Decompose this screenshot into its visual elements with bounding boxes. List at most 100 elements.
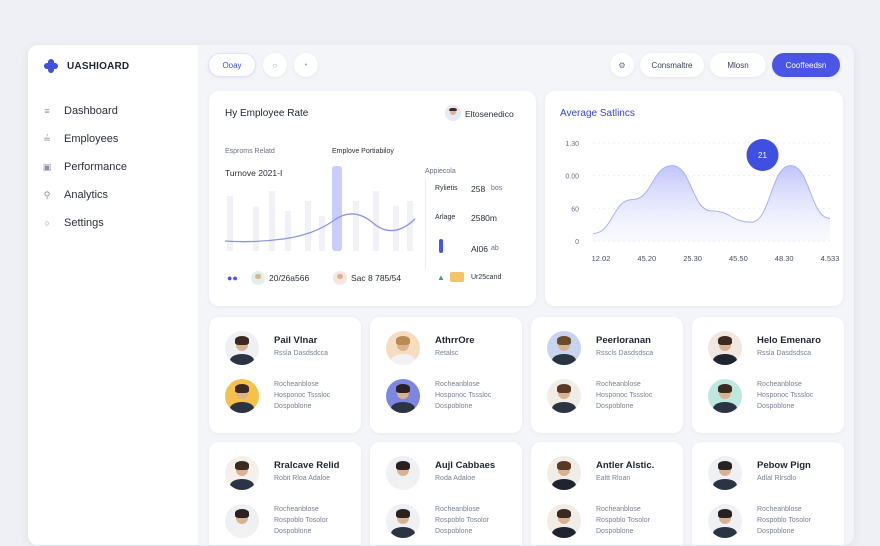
- stat1-label: Rylietis: [435, 185, 458, 192]
- sidebar-item-label: Dashboard: [64, 105, 118, 117]
- employee-details: Rocheanblose Rospoblo Tosolor Dospoblone: [274, 506, 328, 535]
- bg-bar: [227, 196, 233, 251]
- primary-action-label: Cooffeedsn: [785, 60, 827, 70]
- employee-details: Rocheanblose Rospoblo Tosolor Dospoblone: [435, 506, 489, 535]
- brand[interactable]: UASHIOARD: [44, 59, 129, 73]
- stat2-value: 2580m: [471, 213, 497, 223]
- stat3-value: Al06: [471, 244, 489, 254]
- dot-icon: •: [304, 61, 308, 69]
- colleague-avatar: [386, 379, 420, 413]
- list-icon: ≡: [44, 106, 50, 116]
- employee-avatar: [547, 331, 581, 365]
- divider: [425, 179, 426, 269]
- sidebar-item-analytics[interactable]: ⚲ Analytics: [42, 181, 127, 209]
- employee-avatar: [547, 456, 581, 490]
- employee-avatar: [225, 331, 259, 365]
- bg-bar: [407, 201, 413, 251]
- sidebar-item-settings[interactable]: ○ Settings: [42, 209, 127, 237]
- sidebar-item-label: Analytics: [64, 189, 109, 201]
- employee-name[interactable]: Antler Alstic.: [596, 460, 654, 471]
- x-tick-label: 4.533: [821, 254, 840, 263]
- employee-role: Rssla Dasdsdsca: [757, 350, 812, 357]
- mission-button[interactable]: Mlosn: [710, 53, 766, 77]
- x-tick-label: 48.30: [775, 254, 794, 263]
- bg-bar: [393, 206, 399, 251]
- primary-action-button[interactable]: Cooffeedsn: [772, 53, 840, 77]
- footer-mid-value: Sac 8 785/54: [351, 273, 402, 283]
- stat3-unit: ab: [491, 245, 499, 252]
- stat1-value: 258: [471, 184, 486, 194]
- sidebar-item-label: Settings: [64, 217, 104, 229]
- brand-name: UASHIOARD: [67, 60, 130, 72]
- x-tick-label: 12.02: [592, 254, 611, 263]
- gear-icon: ⚙: [618, 60, 626, 70]
- sidebar-item-employees[interactable]: ≟ Employees: [42, 125, 127, 153]
- employee-card[interactable]: Peerloranan Rsscls Dasdsdsca Rocheanblose …: [531, 317, 683, 433]
- circle-icon: ○: [272, 60, 278, 70]
- bg-bar: [319, 216, 325, 251]
- employee-card[interactable]: Aujl Cabbaes Roda Adaloe Rocheanblose Rosp…: [370, 442, 522, 545]
- logo-icon: [44, 59, 58, 73]
- footer-right-value: Ur25cand: [471, 274, 502, 281]
- stat3-marker: [439, 239, 443, 253]
- employee-role: Ealtt Rloan: [596, 475, 631, 482]
- employee-role: Roda Adaloe: [435, 475, 476, 482]
- y-tick-label: 0.00: [565, 174, 579, 181]
- employee-name[interactable]: Pebow Pign: [757, 460, 811, 471]
- bg-bar: [253, 206, 259, 251]
- employee-details: Rocheanblose Rospoblo Tosolor Dospoblone: [596, 506, 650, 535]
- employee-card[interactable]: Helo Emenaro Rssla Dasdsdsca Rocheanblose …: [692, 317, 844, 433]
- employee-card[interactable]: Rralcave Relid Robit Rloa Adaloe Rocheanbl…: [209, 442, 361, 545]
- employee-card[interactable]: Pail Vlnar Rssla Dasdsdcca Rocheanblose Ho…: [209, 317, 361, 433]
- employee-name[interactable]: Peerloranan: [596, 335, 651, 346]
- y-tick-label: 0: [575, 239, 579, 246]
- box-icon: [450, 272, 464, 282]
- employee-card[interactable]: Pebow Pign Adlal Rlrsdlo Rocheanblose Rosp…: [692, 442, 844, 545]
- sidebar-item-performance[interactable]: ▣ Performance: [42, 153, 127, 181]
- area-chart: 1.30 0.00 60 0 21 12.02 45.20 25.30 45.50 48.30 4.…: [565, 139, 840, 263]
- employee-name[interactable]: Pail Vlnar: [274, 335, 317, 346]
- mini-avatar: [251, 271, 265, 285]
- employee-card[interactable]: Antler Alstic. Ealtt Rloan Rocheanblose Ro…: [531, 442, 683, 545]
- employee-name[interactable]: Aujl Cabbaes: [435, 460, 495, 471]
- left-section-label: Esproms Relatd: [225, 148, 275, 155]
- refresh-button[interactable]: ○: [263, 53, 287, 77]
- mini-avatar: [333, 271, 347, 285]
- colleague-avatar: [547, 504, 581, 538]
- mission-label: Mlosn: [727, 60, 749, 70]
- colleague-avatar: [708, 379, 742, 413]
- sidebar-item-dashboard[interactable]: ≡ Dashboard: [42, 97, 127, 125]
- employee-avatar: [386, 331, 420, 365]
- employee-name[interactable]: Helo Emenaro: [757, 335, 821, 346]
- employee-role: Retalsc: [435, 350, 459, 357]
- settings-button[interactable]: ⚙: [610, 53, 634, 77]
- highlight-label: 21: [758, 151, 767, 160]
- area-series: [593, 165, 830, 241]
- bg-bar: [269, 191, 275, 251]
- employee-avatar: [386, 456, 420, 490]
- employee-avatar: [708, 456, 742, 490]
- employee-details: Rocheanblose Hosponoc Tsssloc Dospoblone: [274, 381, 331, 410]
- employee-card[interactable]: AthrrOre Retalsc Rocheanblose Hosponoc Tss…: [370, 317, 522, 433]
- x-tick-label: 25.30: [683, 254, 702, 263]
- employee-name[interactable]: Rralcave Relid: [274, 460, 339, 471]
- filter-pill[interactable]: Ooay: [208, 53, 256, 77]
- stat1-unit: bos: [491, 185, 503, 192]
- employee-avatar: [225, 456, 259, 490]
- bg-bar: [305, 201, 311, 251]
- more-button[interactable]: •: [294, 53, 318, 77]
- employee-name[interactable]: AthrrOre: [435, 335, 475, 346]
- card-title: Hy Employee Rate: [225, 108, 309, 119]
- user-avatar: [445, 105, 461, 121]
- sidebar-item-label: Employees: [64, 133, 119, 145]
- dashboard-window: UASHIOARD ≡ Dashboard ≟ Employees ▣ Perf…: [28, 45, 854, 545]
- drops-icon: ●●: [227, 273, 238, 283]
- employee-rate-card: Hy Employee Rate Eltosenedico Esproms Re…: [209, 91, 536, 306]
- sidebar-item-label: Performance: [64, 161, 127, 173]
- average-chart-card: Average Satlincs 1.30 0.00 60 0 21 12.02 45.20…: [545, 91, 843, 306]
- bg-bar: [373, 191, 379, 251]
- lines-icon: ≟: [43, 134, 51, 144]
- customize-label: Consmaltre: [651, 60, 693, 70]
- customize-button[interactable]: Consmaltre: [640, 53, 704, 77]
- colleague-avatar: [547, 379, 581, 413]
